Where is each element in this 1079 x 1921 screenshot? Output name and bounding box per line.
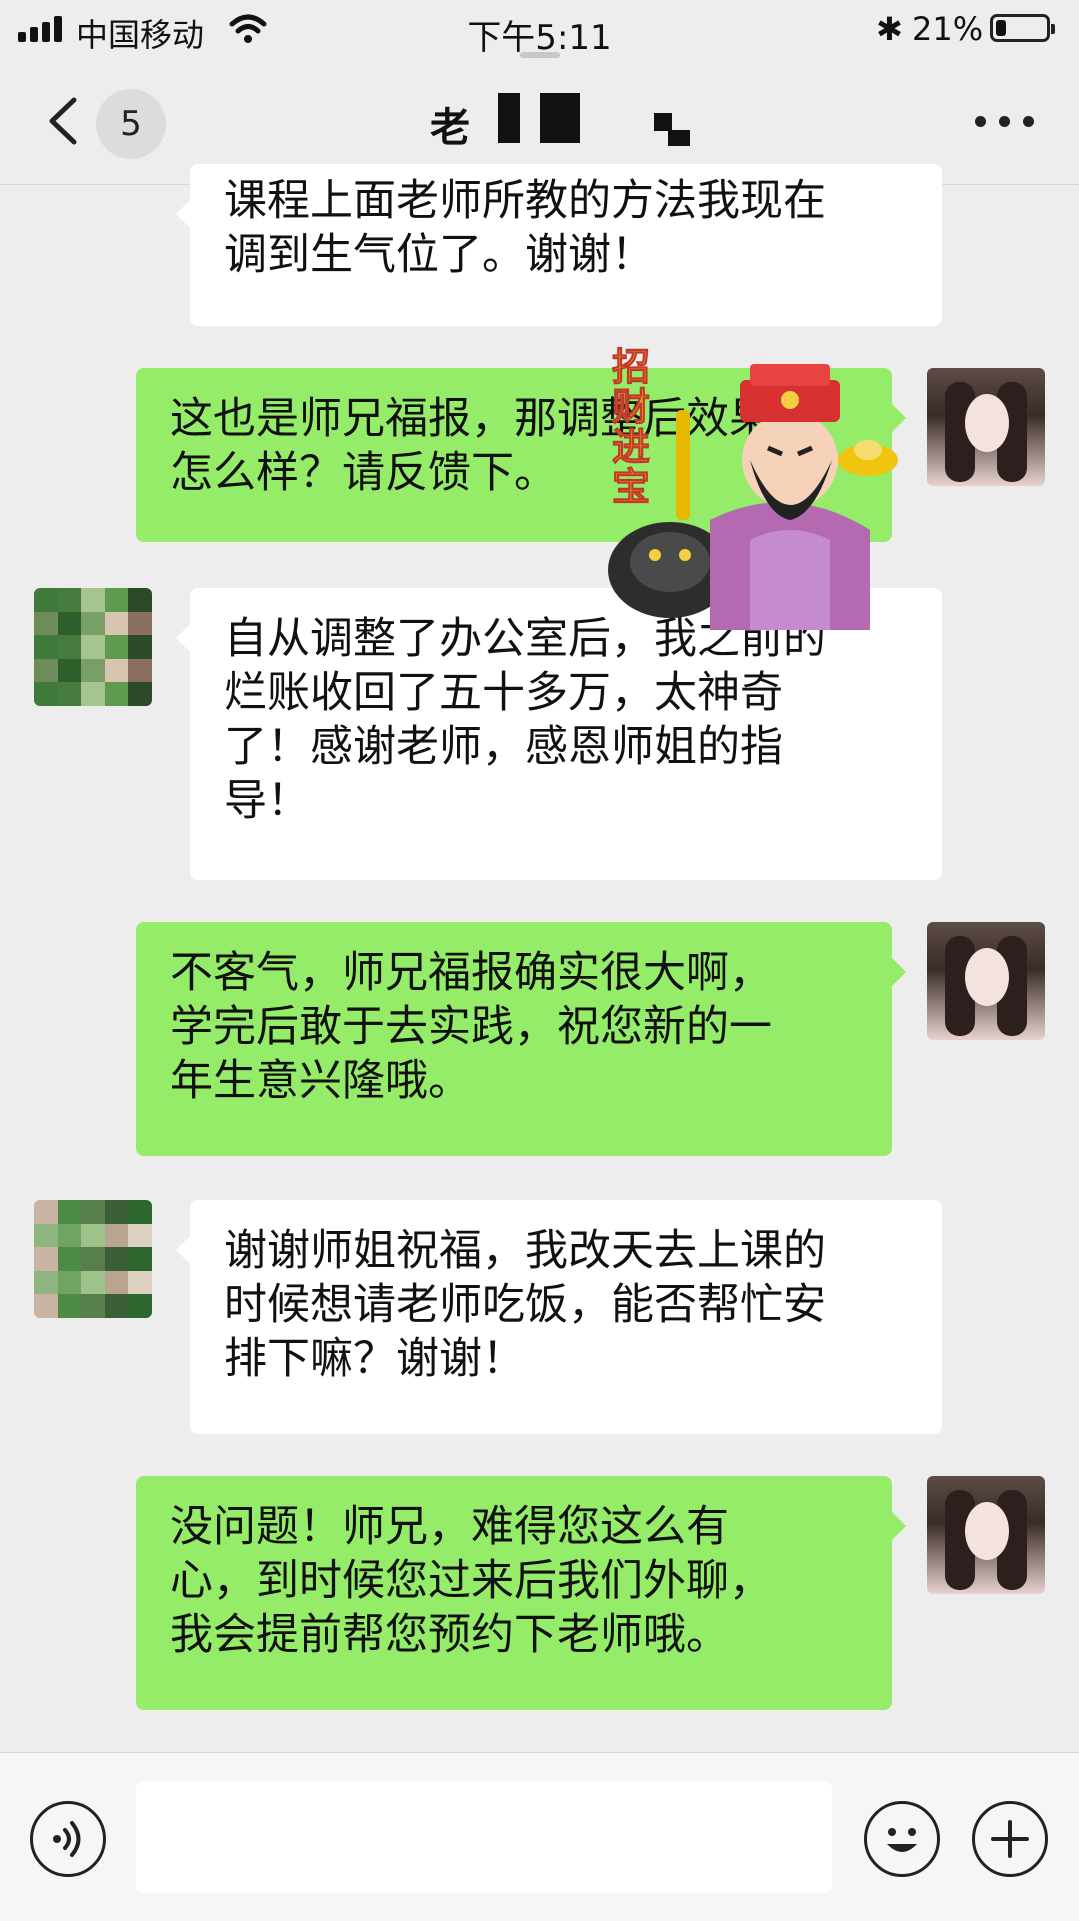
sticker-text-1: 招 [612, 345, 650, 389]
sticker-text-3: 进 [612, 425, 650, 469]
avatar[interactable] [34, 1200, 152, 1318]
avatar[interactable] [927, 1476, 1045, 1594]
message-bubble-sent[interactable]: 不客气，师兄福报确实很大啊， 学完后敢于去实践，祝您新的一 年生意兴隆哦。 [136, 922, 906, 1156]
avatar[interactable] [927, 368, 1045, 486]
emoji-button[interactable] [864, 1801, 940, 1877]
ellipsis-icon[interactable] [975, 116, 1035, 128]
battery-icon [990, 14, 1055, 42]
message-bubble-received[interactable]: 课程上面老师所教的方法我现在 调到生气位了。谢谢！ [176, 164, 942, 326]
god-of-wealth-sticker: 招 财 进 宝 [608, 345, 898, 630]
bluetooth-icon: ✱ [876, 10, 903, 48]
drag-indicator [520, 52, 560, 58]
sticker-text-4: 宝 [612, 465, 650, 509]
input-bar [0, 1752, 1079, 1921]
smiley-icon [887, 1828, 917, 1852]
unread-count-badge[interactable]: 5 [96, 89, 166, 159]
title-redaction [654, 113, 672, 131]
status-bar: 中国移动 下午5:11 ✱ 21% [0, 0, 1079, 60]
message-text: 课程上面老师所教的方法我现在 调到生气位了。谢谢！ [224, 176, 826, 280]
avatar[interactable] [34, 588, 152, 706]
battery-fill [996, 20, 1006, 36]
message-input[interactable] [136, 1781, 832, 1893]
message-text: 不客气，师兄福报确实很大啊， 学完后敢于去实践，祝您新的一 年生意兴隆哦。 [170, 948, 772, 1106]
voice-icon [53, 1821, 81, 1857]
title-redaction [668, 130, 690, 146]
voice-button[interactable] [30, 1801, 106, 1877]
message-text: 没问题！师兄，难得您这么有 心，到时候您过来后我们外聊， 我会提前帮您预约下老师… [170, 1502, 772, 1660]
avatar[interactable] [927, 922, 1045, 1040]
message-text: 谢谢师姐祝福，我改天去上课的 时候想请老师吃饭，能否帮忙安 排下嘛？谢谢！ [224, 1226, 826, 1384]
message-bubble-received[interactable]: 谢谢师姐祝福，我改天去上课的 时候想请老师吃饭，能否帮忙安 排下嘛？谢谢！ [176, 1200, 942, 1434]
chevron-left-icon[interactable] [44, 96, 84, 146]
chat-title-text: 老 [430, 105, 470, 151]
title-redaction [540, 93, 580, 143]
chat-title: 老 [430, 95, 470, 153]
plus-button[interactable] [972, 1801, 1048, 1877]
message-text: 自从调整了办公室后，我之前的 烂账收回了五十多万，太神奇 了！感谢老师，感恩师姐… [224, 614, 826, 826]
title-redaction [498, 93, 520, 143]
battery-percent: 21% [912, 10, 984, 48]
sticker-text-2: 财 [612, 385, 650, 429]
plus-circle-icon [991, 1820, 1029, 1858]
message-bubble-sent[interactable]: 没问题！师兄，难得您这么有 心，到时候您过来后我们外聊， 我会提前帮您预约下老师… [136, 1476, 906, 1710]
